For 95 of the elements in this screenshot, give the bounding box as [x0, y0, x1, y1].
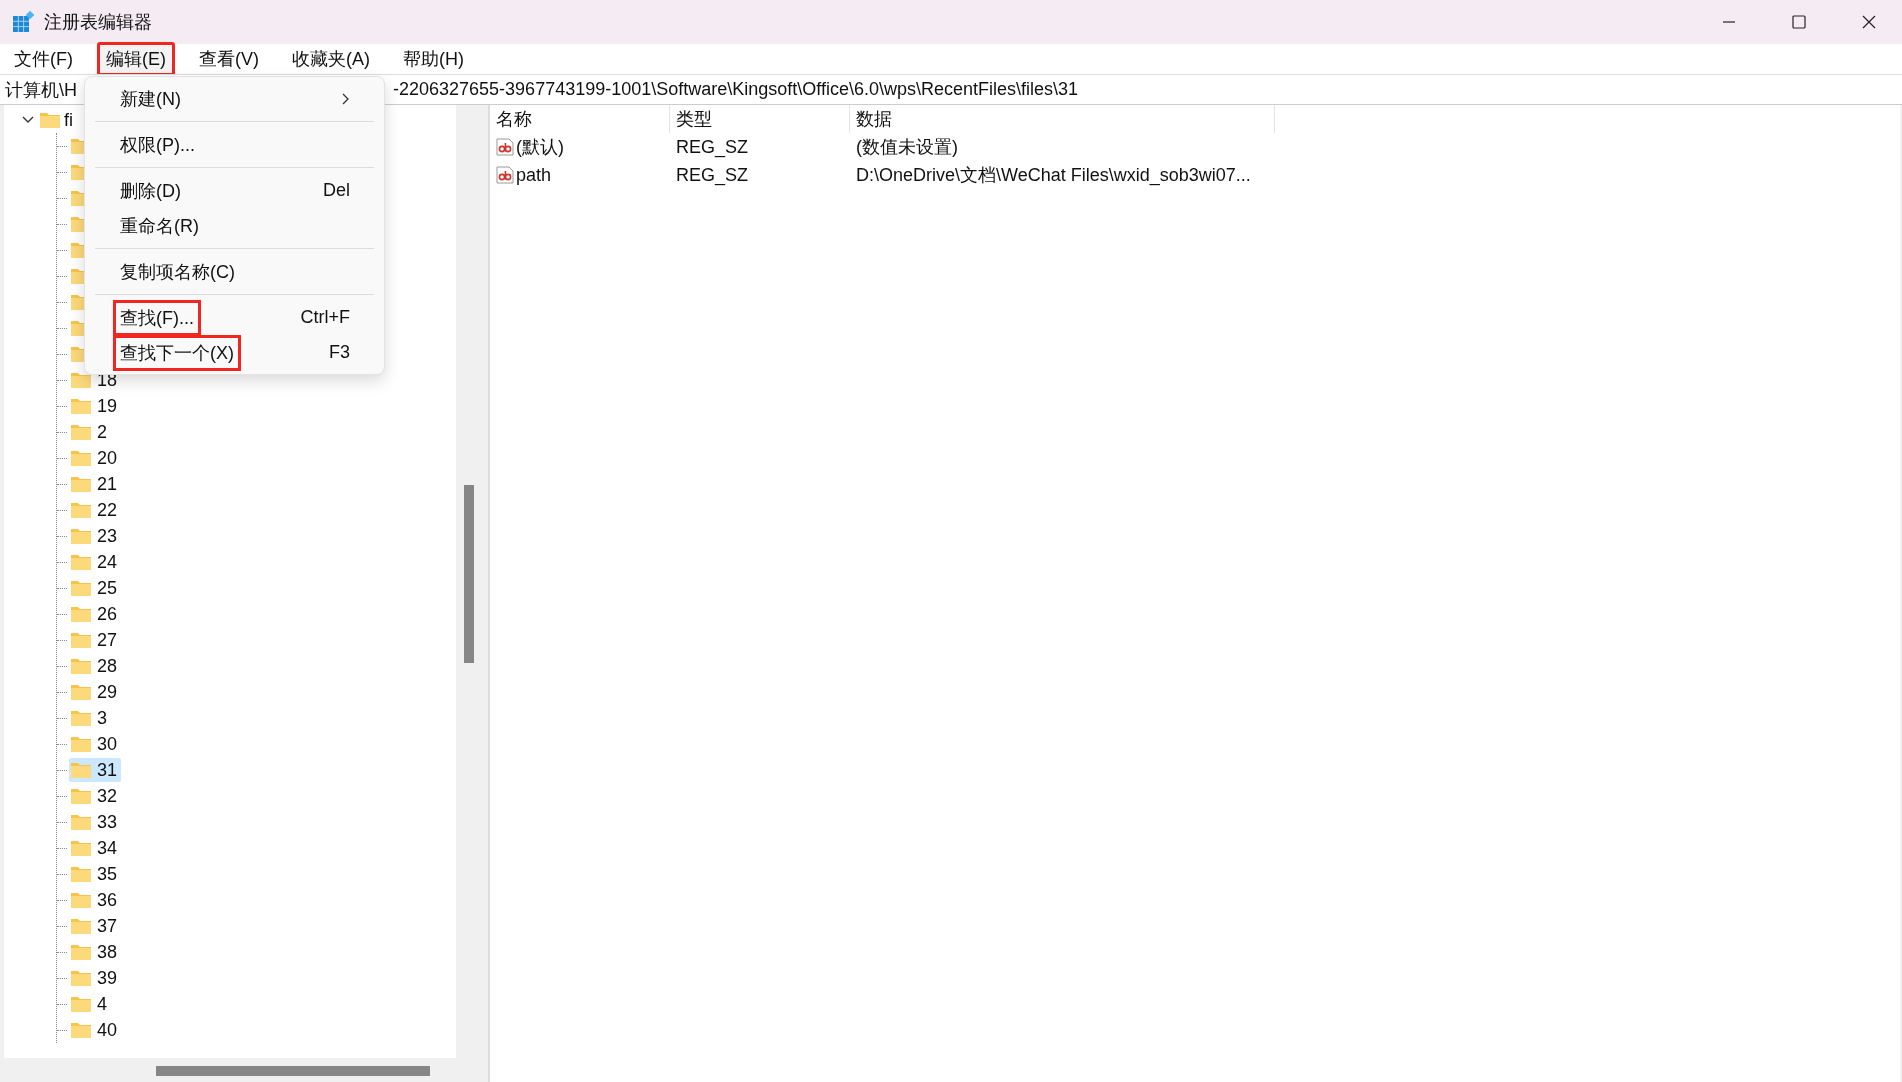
- maximize-icon[interactable]: [1792, 15, 1806, 29]
- menu-bar-item[interactable]: 收藏夹(A): [283, 42, 379, 76]
- column-header[interactable]: 名称: [490, 105, 670, 133]
- tree-item[interactable]: 24: [69, 550, 122, 574]
- folder-icon: [71, 892, 91, 908]
- menu-item-label: 查找下一个(X): [113, 334, 241, 371]
- column-header[interactable]: 数据: [850, 105, 1275, 133]
- table-cell-text: D:\OneDrive\文档\WeChat Files\wxid_sob3wi07...: [855, 164, 1252, 187]
- table-cell-text: (默认): [516, 136, 564, 159]
- shortcut-text: F3: [329, 342, 350, 363]
- folder-icon: [71, 398, 91, 414]
- tree-item[interactable]: 32: [69, 784, 122, 808]
- close-icon[interactable]: [1862, 15, 1876, 29]
- tree-item[interactable]: 2: [69, 420, 111, 444]
- menu-bar-item[interactable]: 查看(V): [190, 42, 268, 76]
- tree-item[interactable]: 3: [69, 706, 111, 730]
- folder-icon: [40, 112, 60, 128]
- tree-item[interactable]: 31: [69, 758, 122, 782]
- tree-item[interactable]: 21: [69, 472, 122, 496]
- tree-item[interactable]: 34: [69, 836, 122, 860]
- folder-icon: [71, 580, 91, 596]
- menu-item-label: 权限(P)...: [119, 133, 196, 157]
- folder-icon: [71, 684, 91, 700]
- folder-icon: [71, 476, 91, 492]
- table-cell-text: REG_SZ: [675, 136, 750, 158]
- tree-item[interactable]: 29: [69, 680, 122, 704]
- chevron-down-icon[interactable]: [22, 116, 34, 124]
- folder-icon: [71, 606, 91, 622]
- menu-item-label: 查找(F)...: [113, 299, 201, 336]
- tree-item[interactable]: 20: [69, 446, 122, 470]
- folder-icon: [71, 450, 91, 466]
- tree-item[interactable]: 33: [69, 810, 122, 834]
- menu-item[interactable]: 复制项名称(C): [95, 254, 374, 289]
- tree-item[interactable]: 23: [69, 524, 122, 548]
- table-cell-text: (数值未设置): [855, 136, 959, 159]
- folder-icon: [71, 372, 91, 388]
- tree-item[interactable]: 30: [69, 732, 122, 756]
- menu-item-label: 删除(D): [119, 179, 182, 203]
- string-value-icon: [496, 138, 514, 156]
- folder-icon: [71, 554, 91, 570]
- folder-icon: [71, 502, 91, 518]
- shortcut-text: Del: [323, 180, 350, 201]
- folder-icon: [71, 970, 91, 986]
- folder-icon: [71, 996, 91, 1012]
- folder-icon: [71, 814, 91, 830]
- folder-icon: [71, 918, 91, 934]
- tree-item[interactable]: 22: [69, 498, 122, 522]
- menu-bar-item[interactable]: 编辑(E): [97, 42, 175, 76]
- address-text: -2206327655-3967743199-1001\Software\Kingsoft\Office\6.0\wps\RecentFiles\files\31: [393, 79, 1079, 100]
- menu-item-label: 重命名(R): [119, 214, 200, 238]
- folder-icon: [71, 840, 91, 856]
- shortcut-text: Ctrl+F: [300, 307, 350, 328]
- tree-item[interactable]: 28: [69, 654, 122, 678]
- tree-item[interactable]: 38: [69, 940, 122, 964]
- menu-bar-item[interactable]: 帮助(H): [394, 42, 473, 76]
- scrollbar-thumb[interactable]: [156, 1066, 430, 1076]
- window-title: 注册表编辑器: [44, 11, 152, 34]
- table-cell-text: REG_SZ: [675, 164, 750, 186]
- tree-item[interactable]: 37: [69, 914, 122, 938]
- tree-item[interactable]: 27: [69, 628, 122, 652]
- scrollbar-thumb[interactable]: [464, 485, 474, 663]
- string-value-icon: [496, 166, 514, 184]
- tree-item[interactable]: fi: [64, 109, 73, 131]
- folder-icon: [71, 710, 91, 726]
- folder-icon: [71, 632, 91, 648]
- folder-icon: [71, 424, 91, 440]
- column-header[interactable]: 类型: [670, 105, 850, 133]
- folder-icon: [71, 762, 91, 778]
- menu-item-label: 复制项名称(C): [119, 260, 236, 284]
- menu-item[interactable]: 权限(P)...: [95, 127, 374, 162]
- menu-item[interactable]: 新建(N): [95, 81, 374, 116]
- tree-item[interactable]: 4: [69, 992, 111, 1016]
- tree-item[interactable]: 39: [69, 966, 122, 990]
- folder-icon: [71, 736, 91, 752]
- tree-item[interactable]: 35: [69, 862, 122, 886]
- menu-item[interactable]: 重命名(R): [95, 208, 374, 243]
- tree-item[interactable]: 40: [69, 1018, 122, 1042]
- folder-icon: [71, 1022, 91, 1038]
- tree-item[interactable]: 19: [69, 394, 122, 418]
- folder-icon: [71, 866, 91, 882]
- address-text: 计算机\H: [5, 78, 77, 102]
- folder-icon: [71, 658, 91, 674]
- menu-bar-item[interactable]: 文件(F): [5, 42, 82, 76]
- table-cell: path: [516, 164, 552, 186]
- registry-icon: [12, 11, 34, 33]
- tree-item[interactable]: 25: [69, 576, 122, 600]
- tree-item[interactable]: 36: [69, 888, 122, 912]
- menu-item[interactable]: 查找下一个(X) F3: [95, 335, 374, 370]
- folder-icon: [71, 944, 91, 960]
- folder-icon: [71, 788, 91, 804]
- menu-item[interactable]: 查找(F)... Ctrl+F: [95, 300, 374, 335]
- menu-item[interactable]: 删除(D) Del: [95, 173, 374, 208]
- tree-item[interactable]: 26: [69, 602, 122, 626]
- folder-icon: [71, 528, 91, 544]
- menu-item-label: 新建(N): [119, 87, 182, 111]
